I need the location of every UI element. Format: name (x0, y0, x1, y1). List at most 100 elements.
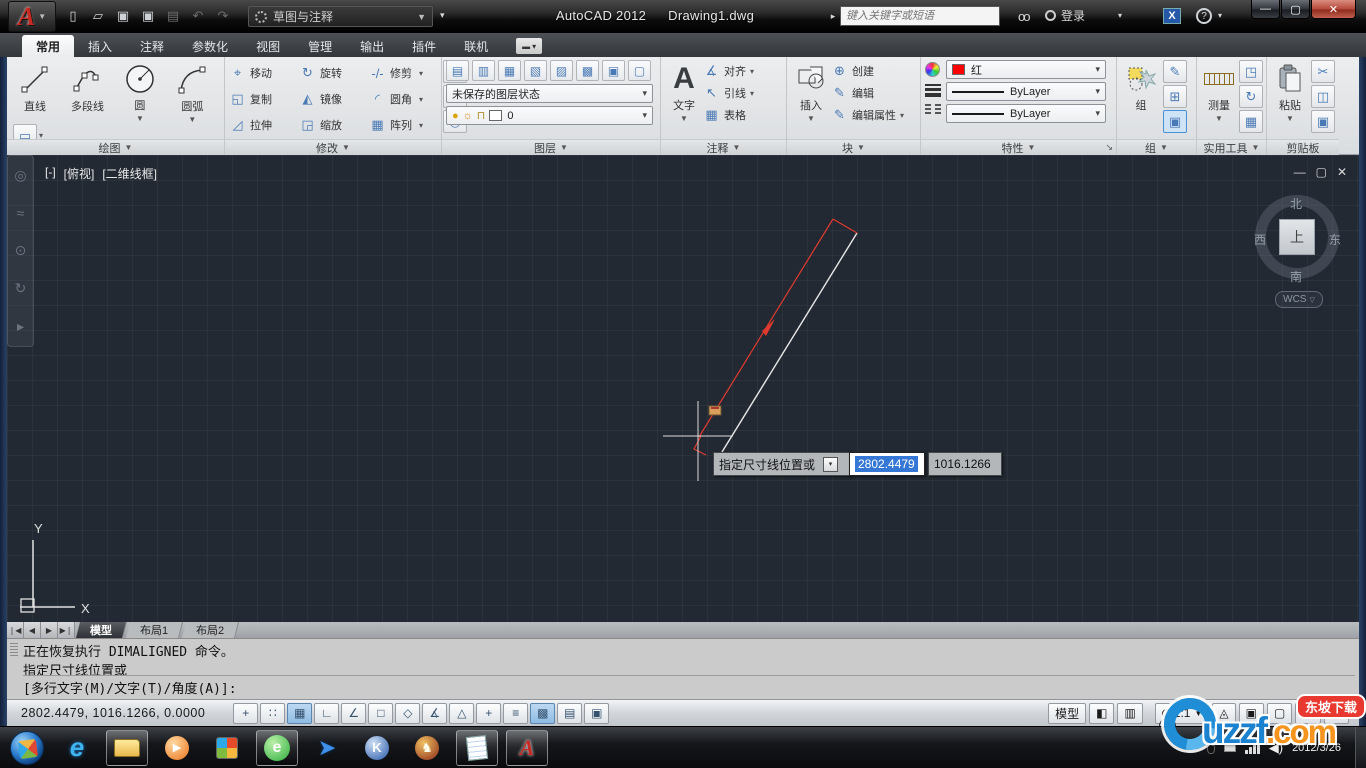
dynamic-input-toggle[interactable]: + (476, 702, 502, 724)
group-edit-icon[interactable]: ⊞ (1163, 85, 1187, 108)
viewcube-top-face[interactable]: 上 (1279, 219, 1315, 255)
taskbar-autocad-icon[interactable]: A (506, 729, 548, 766)
unlock-icon[interactable]: ⊓ (477, 109, 486, 122)
taskbar-kmplayer-icon[interactable]: K (356, 730, 398, 766)
close-button[interactable]: ✕ (1311, 0, 1356, 19)
quick-properties-toggle[interactable]: ▤ (557, 702, 583, 724)
selection-cycling-toggle[interactable]: ▣ (584, 702, 610, 724)
model-space-button[interactable]: 模型 (1048, 702, 1087, 724)
infer-constraints-toggle[interactable]: + (233, 702, 259, 724)
group-selection-toggle-icon[interactable]: ▣ (1163, 110, 1187, 133)
viewcube-west[interactable]: 西 (1254, 231, 1266, 248)
polyline-tool[interactable]: 多段线 (63, 61, 111, 114)
tab-online[interactable]: 联机 (450, 35, 502, 57)
next-layout-icon[interactable]: ▶ (41, 622, 58, 638)
viewcube-east[interactable]: 东 (1329, 231, 1341, 248)
mirror-tool[interactable]: ◭ 镜像 (299, 91, 369, 107)
last-layout-icon[interactable]: ▶❘ (58, 622, 75, 638)
layer-unisolate-icon[interactable]: ▧ (524, 60, 547, 81)
lineweight-dropdown[interactable]: ByLayer (946, 82, 1106, 101)
taskbar-media-player-icon[interactable]: ▶ (156, 730, 198, 766)
layer-freeze-icon[interactable]: ▦ (498, 60, 521, 81)
annotation-visibility-icon[interactable]: ◬ (1212, 702, 1236, 724)
start-button[interactable] (10, 730, 44, 765)
tab-model[interactable]: 模型 (76, 622, 127, 638)
tray-app-icon[interactable] (1206, 741, 1215, 754)
bulb-icon[interactable]: ● (452, 110, 459, 122)
dynamic-ucs-toggle[interactable]: △ (449, 702, 475, 724)
maximize-button[interactable]: ▢ (1281, 0, 1310, 19)
chevron-down-icon[interactable]: ▾ (419, 69, 423, 78)
sign-in-button[interactable]: 登录 ▾ (1045, 7, 1122, 24)
open-file-icon[interactable]: ▱ (87, 6, 109, 26)
quick-access-more-icon[interactable]: ▾ (440, 10, 445, 21)
tab-insert[interactable]: 插入 (74, 35, 126, 57)
chevron-down-icon[interactable]: ▼ (188, 115, 196, 124)
panel-label-clipboard[interactable]: 剪贴板 (1267, 139, 1339, 155)
panel-label-block[interactable]: 块 ▼ (787, 139, 920, 155)
stretch-tool[interactable]: ◿ 拉伸 (229, 117, 299, 133)
tab-layout1[interactable]: 布局1 (126, 622, 184, 638)
first-layout-icon[interactable]: ❘◀ (7, 622, 24, 638)
measure-tool[interactable]: 测量 ▼ (1201, 60, 1237, 123)
group-tool[interactable]: 组 (1121, 60, 1161, 113)
scale-tool[interactable]: ◲ 缩放 (299, 117, 369, 133)
copy-clip-icon[interactable]: ◫ (1311, 85, 1335, 108)
lineweight-toggle[interactable]: ≡ (503, 702, 529, 724)
toolbar-lock-icon[interactable]: ▣ (1295, 702, 1321, 724)
clean-screen-icon[interactable]: ◱ (1323, 702, 1349, 724)
layer-on-icon[interactable]: ▩ (576, 60, 599, 81)
grid-toggle[interactable]: ▦ (287, 702, 313, 724)
polar-tracking-toggle[interactable]: ∠ (341, 702, 367, 724)
dialog-launcher-icon[interactable]: ↘ (1105, 142, 1113, 153)
quick-view-layouts-icon[interactable]: ◧ (1089, 702, 1115, 724)
help-more-icon[interactable]: ▾ (1218, 11, 1222, 20)
annotation-scale-button[interactable]: 1:1 ▼ (1154, 702, 1210, 726)
taskbar-360-browser-icon[interactable]: e (256, 729, 298, 766)
array-tool[interactable]: ▦ 阵列 ▾ (369, 117, 441, 133)
workspace-switching-icon[interactable]: ▢ (1266, 702, 1293, 724)
plot-icon[interactable]: ▤ (162, 6, 184, 26)
rotate-tool[interactable]: ↻ 旋转 (299, 65, 369, 81)
taskbar-game-icon[interactable]: ♞ (406, 730, 448, 766)
chevron-down-icon[interactable]: ▼ (136, 114, 144, 123)
help-icon[interactable]: ? (1196, 8, 1212, 24)
ortho-toggle[interactable]: ∟ (314, 702, 340, 724)
coordinate-display[interactable]: 2802.4479, 1016.1266, 0.0000 (21, 706, 205, 720)
move-tool[interactable]: ⌖ 移动 (229, 65, 299, 81)
panel-label-draw[interactable]: 绘图 ▼ (7, 139, 224, 155)
layer-isolate-icon[interactable]: ▥ (472, 60, 495, 81)
fillet-tool[interactable]: ◜ 圆角 ▾ (369, 91, 441, 107)
chevron-down-icon[interactable]: ▾ (900, 111, 904, 120)
viewcube-wcs-dropdown[interactable]: WCS ▽ (1275, 291, 1323, 308)
minimize-button[interactable]: — (1251, 0, 1280, 19)
cut-icon[interactable]: ✂ (1311, 60, 1335, 83)
panel-label-groups[interactable]: 组 ▼ (1117, 139, 1196, 155)
tab-output[interactable]: 输出 (346, 35, 398, 57)
chevron-down-icon[interactable]: ▼ (1215, 114, 1223, 123)
command-line[interactable]: 正在恢复执行 DIMALIGNED 命令。 指定尺寸线位置或 [多行文字(M)/… (7, 638, 1359, 699)
binoculars-search-icon[interactable]: oo (1018, 9, 1031, 24)
tab-plugins[interactable]: 插件 (398, 35, 450, 57)
tab-manage[interactable]: 管理 (294, 35, 346, 57)
undo-icon[interactable]: ↶ (187, 6, 209, 26)
edit-attributes-tool[interactable]: ✎ 编辑属性 ▾ (831, 107, 904, 123)
taskbar-thunder-icon[interactable]: ➤ (306, 730, 348, 766)
tab-annotate[interactable]: 注释 (126, 35, 178, 57)
prev-layout-icon[interactable]: ◀ (24, 622, 41, 638)
panel-label-annotation[interactable]: 注释 ▼ (661, 139, 786, 155)
chevron-down-icon[interactable]: ▾ (419, 121, 423, 130)
taskbar-notepad-icon[interactable] (456, 729, 498, 766)
save-as-icon[interactable]: ▣ (137, 6, 159, 26)
panel-label-modify[interactable]: 修改 ▼ (225, 139, 441, 155)
chevron-down-icon[interactable]: ▼ (807, 114, 815, 123)
ribbon-minimize-button[interactable]: ▬ ▾ (516, 38, 543, 54)
osnap-toggle[interactable]: □ (368, 702, 394, 724)
paste-special-icon[interactable]: ▣ (1311, 110, 1335, 133)
search-input[interactable] (840, 6, 1000, 26)
line-tool[interactable]: 直线 (11, 61, 59, 114)
chevron-down-icon[interactable]: ▼ (680, 114, 688, 123)
dynamic-input-options-icon[interactable]: ▾ (823, 456, 839, 472)
workspace-dropdown[interactable]: 草图与注释 ▼ (248, 6, 433, 27)
chevron-down-icon[interactable]: ▼ (1286, 114, 1294, 123)
